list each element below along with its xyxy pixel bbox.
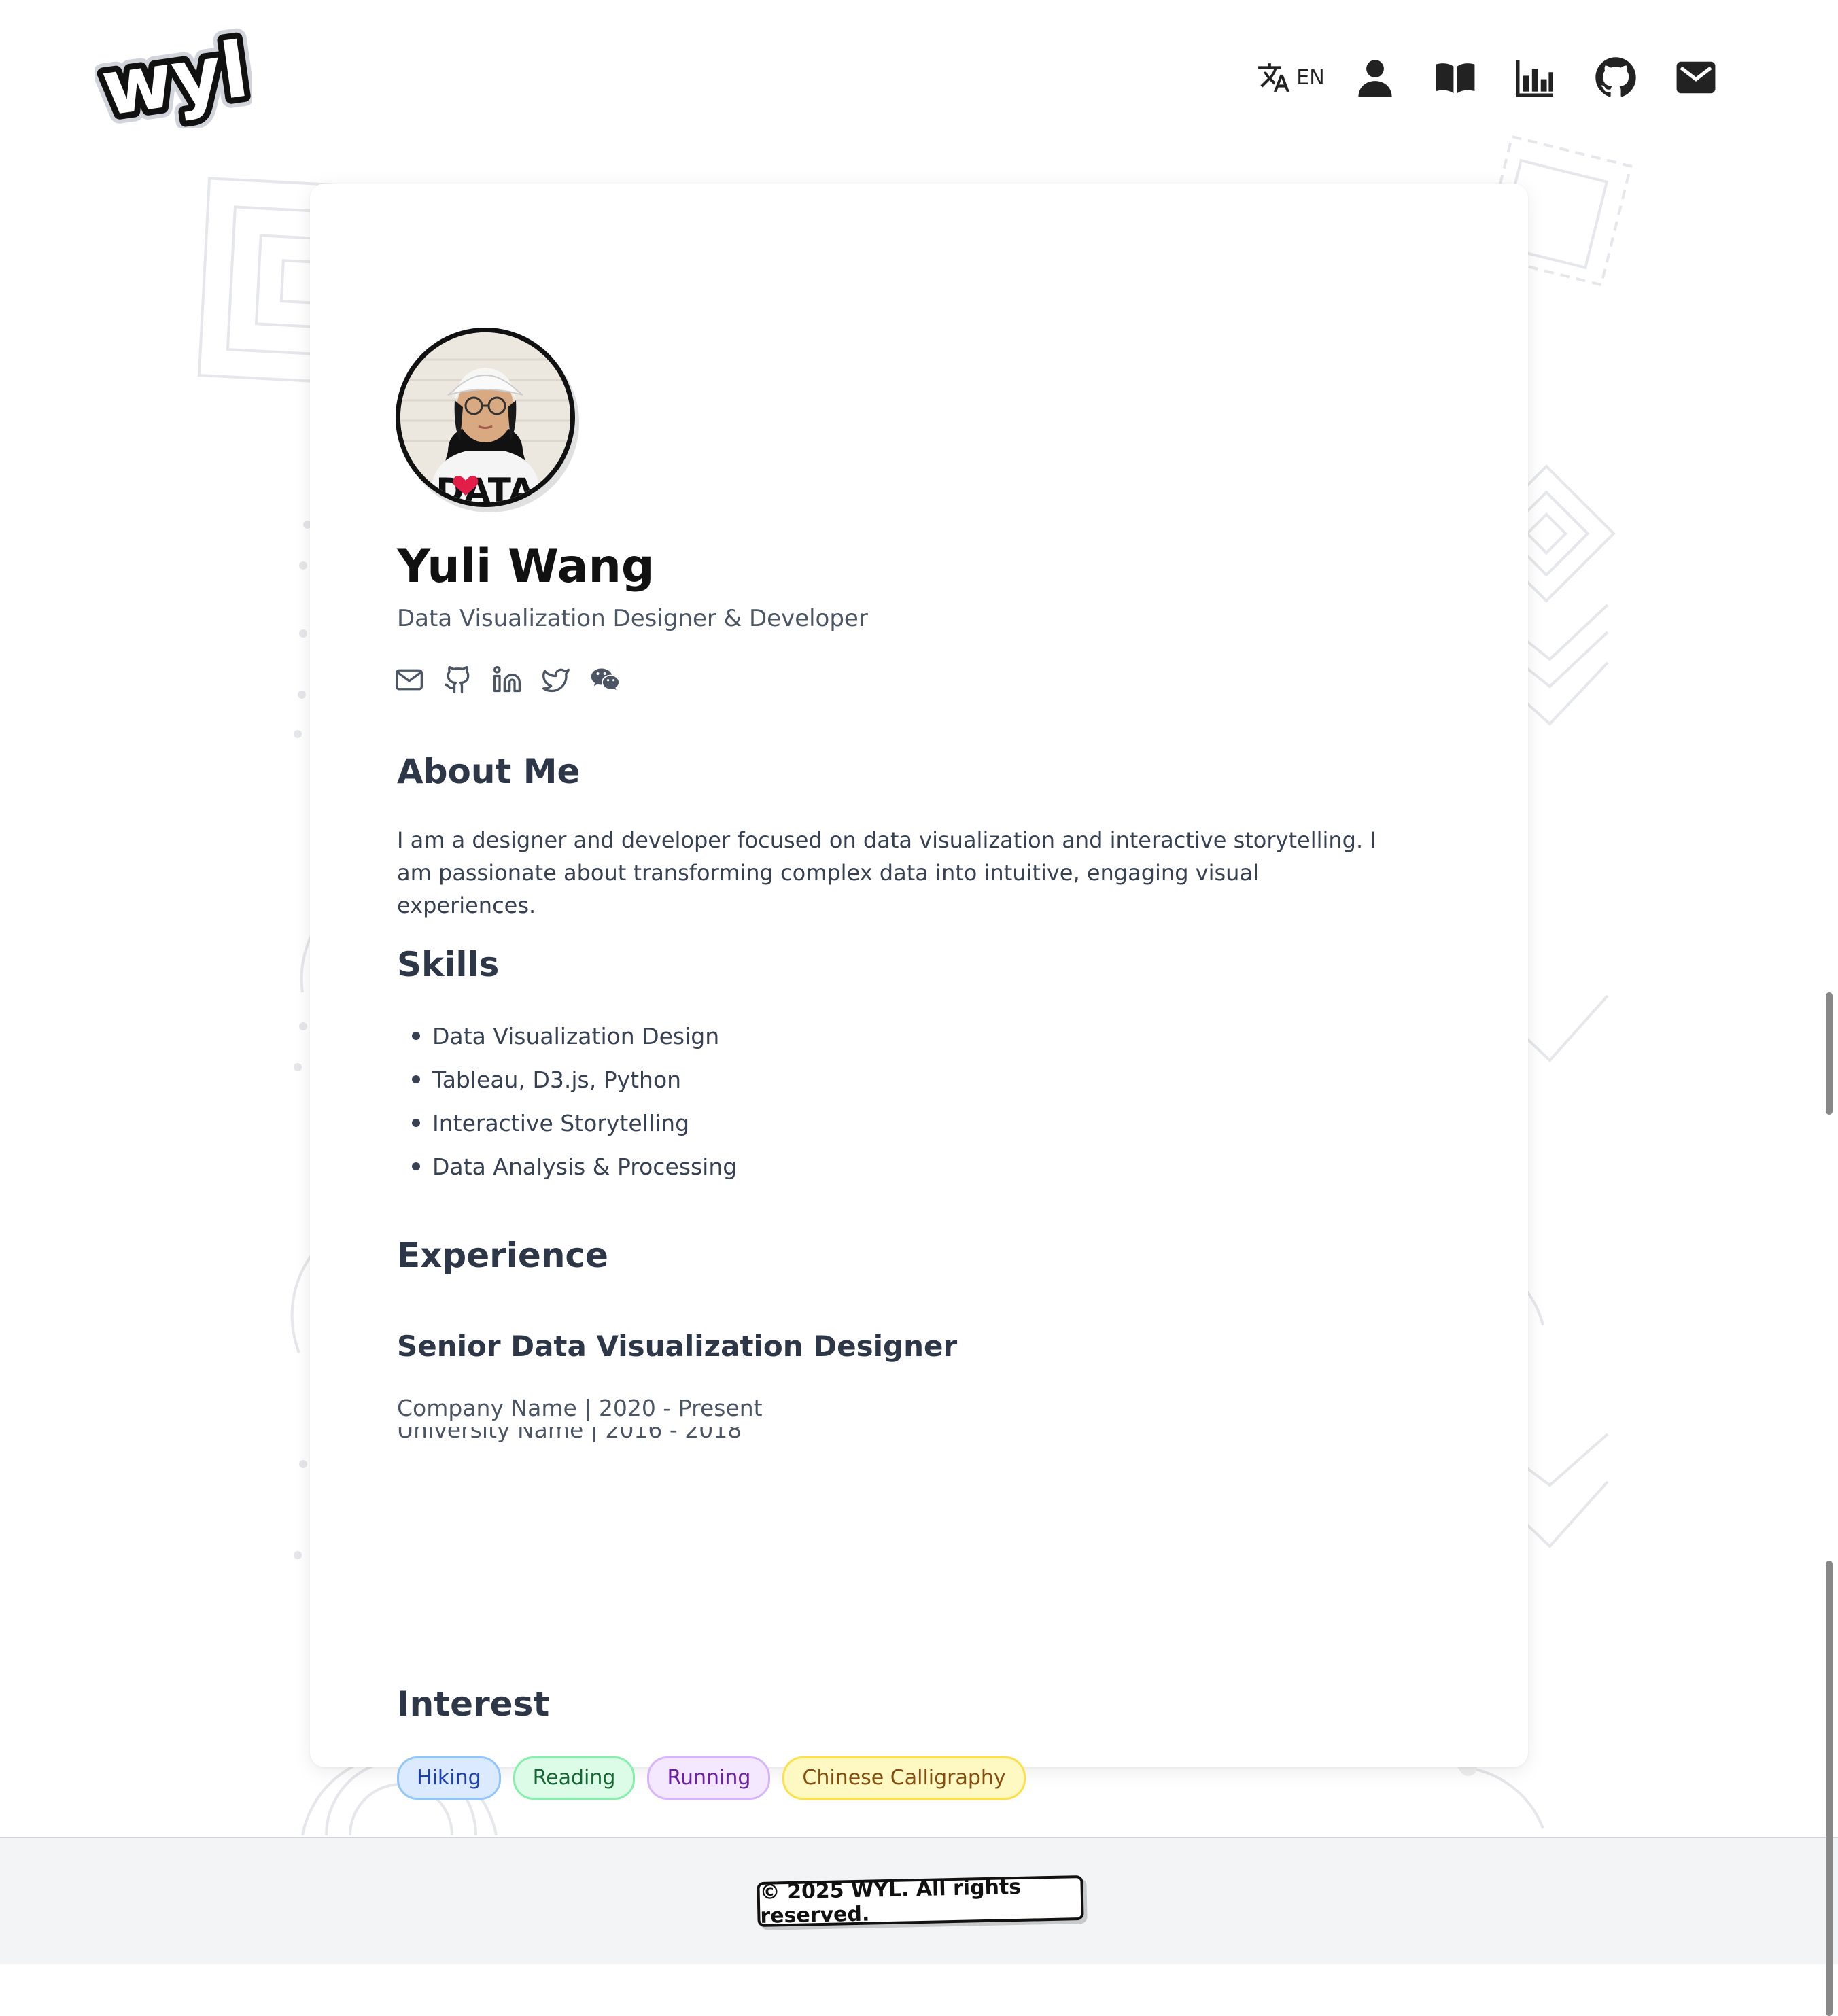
interest-heading: Interest [397,1684,550,1724]
scrollbar-thumb-secondary[interactable] [1826,1561,1833,2016]
social-twitter-link[interactable] [541,665,571,695]
social-email-link[interactable] [394,665,424,695]
skill-item: Interactive Storytelling [397,1101,737,1145]
avatar-shirt-text: DATA [436,471,535,502]
nav-github[interactable] [1576,50,1656,105]
language-code: EN [1296,65,1325,90]
wechat-icon [591,668,619,691]
skills-list: Data Visualization Design Tableau, D3.js… [397,1014,737,1188]
profile-title: Data Visualization Designer & Developer [397,605,868,632]
site-logo[interactable]: wyl wyl wyl [86,16,264,144]
interest-tag: Chinese Calligraphy [782,1756,1026,1800]
language-switcher[interactable]: EN [1247,50,1335,105]
github-icon [1595,57,1636,97]
nav-about[interactable] [1335,50,1415,105]
interest-tags: Hiking Reading Running Chinese Calligrap… [397,1756,1026,1800]
interest-tag: Running [647,1756,771,1800]
job-title: Senior Data Visualization Designer [397,1329,958,1363]
copyright-badge: © 2025 WYL. All rights reserved. [757,1875,1084,1928]
nav-blog[interactable] [1415,50,1495,105]
social-github-link[interactable] [443,665,473,695]
skill-item: Tableau, D3.js, Python [397,1058,737,1101]
translate-icon [1258,63,1290,92]
social-linkedin-link[interactable] [492,665,522,695]
nav-projects[interactable] [1495,50,1576,105]
main-nav: EN [1247,50,1736,105]
logo-text: wyl [97,26,252,128]
interest-tag: Hiking [397,1756,501,1800]
resume-card: DATA Yuli Wang Data Visualization Design… [310,184,1528,1800]
github-icon [445,666,470,693]
skills-heading: Skills [397,945,500,984]
mail-icon [1676,61,1716,94]
experience-heading: Experience [397,1236,608,1275]
skill-item: Data Visualization Design [397,1014,737,1058]
scrollbar-thumb[interactable] [1826,992,1833,1115]
user-icon [1358,60,1392,97]
social-links [394,665,620,695]
overlapped-education-text: University Name | 2016 - 2018 [397,1427,742,1442]
social-wechat-link[interactable] [590,665,620,695]
book-icon [1436,63,1475,94]
twitter-icon [542,668,570,693]
mail-icon [396,669,423,691]
nav-contact[interactable] [1656,50,1736,105]
interest-tag: Reading [513,1756,636,1800]
profile-name: Yuli Wang [397,540,655,593]
job-meta: Company Name | 2020 - Present [397,1395,763,1421]
linkedin-icon [493,666,521,693]
chart-icon [1516,60,1553,97]
avatar: DATA [396,328,575,507]
skill-item: Data Analysis & Processing [397,1145,737,1188]
about-heading: About Me [397,752,580,791]
about-text: I am a designer and developer focused on… [397,827,1376,918]
